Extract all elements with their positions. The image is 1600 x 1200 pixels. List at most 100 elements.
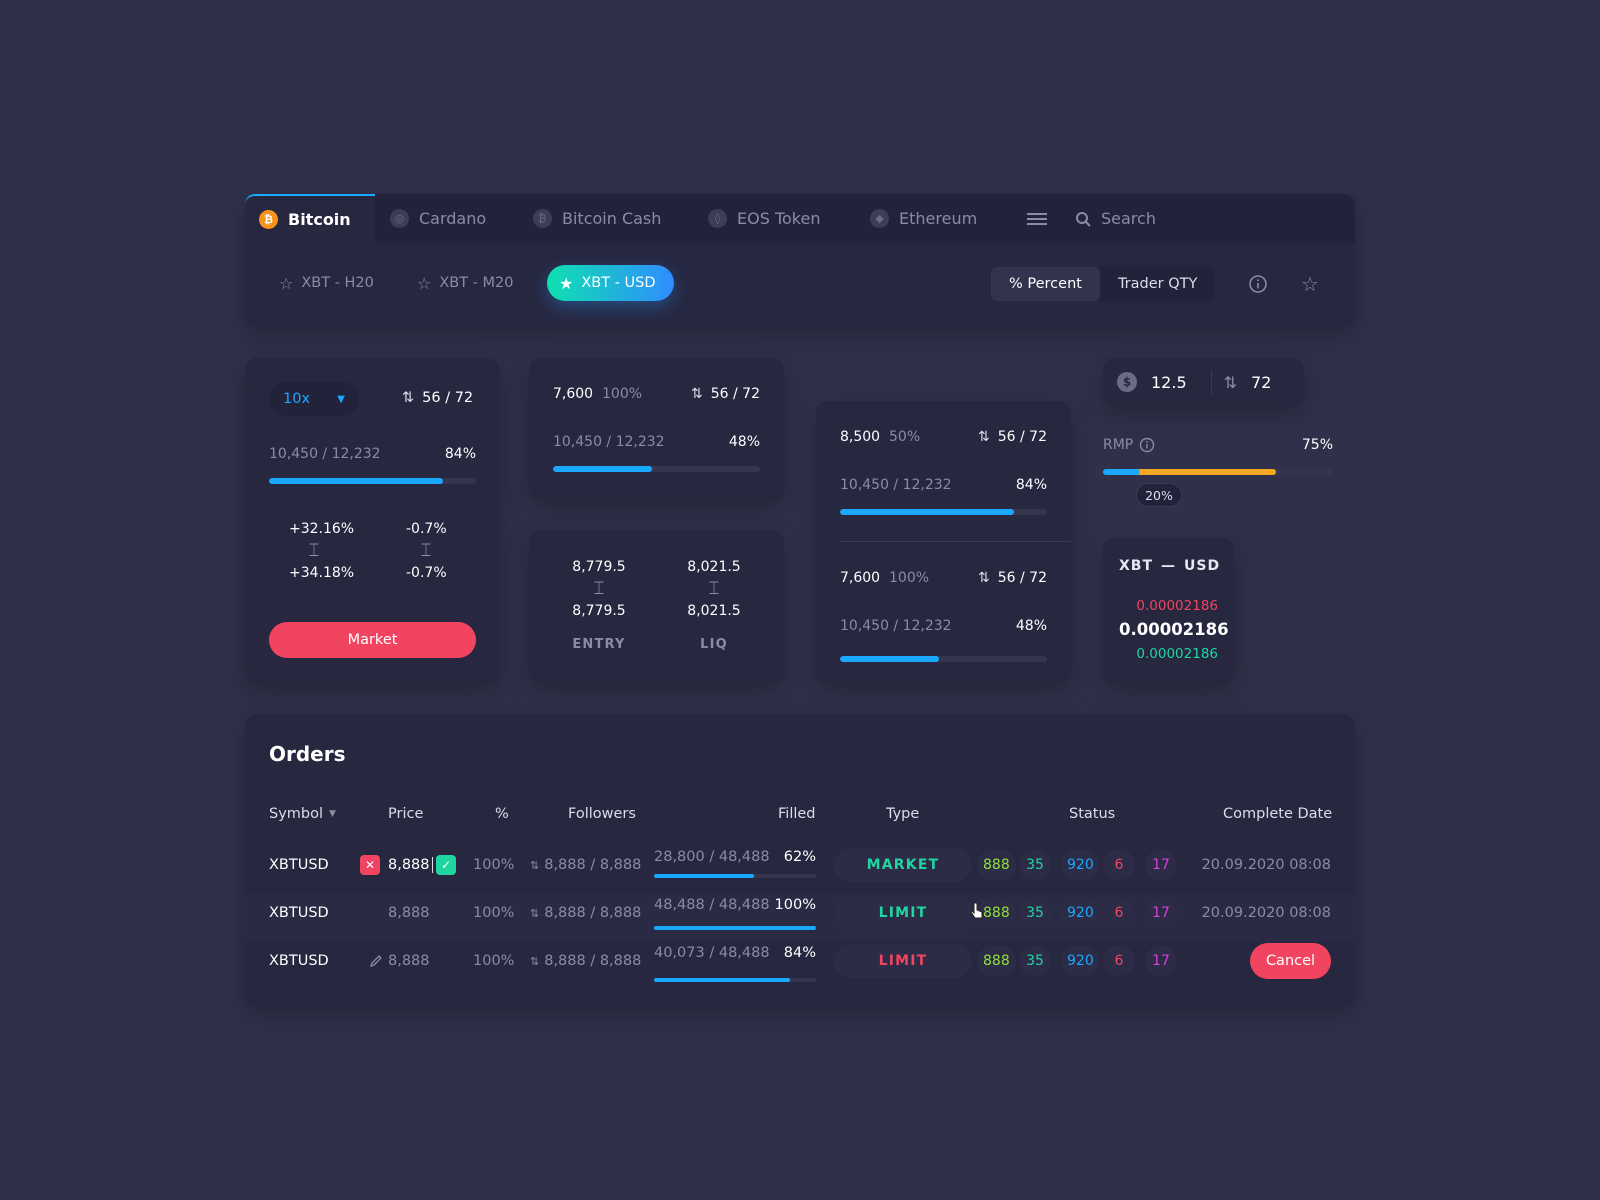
change-top: -0.7% xyxy=(406,521,447,537)
cardano-icon: ◎ xyxy=(390,209,409,228)
header-followers[interactable]: Followers xyxy=(568,806,636,822)
followers-icon: ⇅ xyxy=(530,906,540,920)
ratio-value: 56 / 72 xyxy=(710,386,760,402)
status-count: 17 xyxy=(1145,898,1177,928)
cell-percent: 100% xyxy=(473,905,515,921)
range-icon: ⌶ xyxy=(420,540,432,561)
leverage-select[interactable]: 10x ▼ xyxy=(269,382,359,416)
ratio-value: 56 / 72 xyxy=(997,570,1047,586)
percent-toggle[interactable]: % Percent xyxy=(991,267,1100,301)
chevron-down-icon: ▼ xyxy=(329,809,336,819)
status-count: 6 xyxy=(1103,946,1135,976)
tab-label: Cardano xyxy=(419,209,487,228)
info-button[interactable] xyxy=(1248,274,1268,294)
header-complete-date[interactable]: Complete Date xyxy=(1223,806,1332,822)
leverage-value: 10x xyxy=(283,391,311,407)
price-input[interactable]: 8,888 xyxy=(388,857,433,873)
entry-liq-card: 8,779.5 ⌶ 8,779.5 ENTRY 8,021.5 ⌶ 8,021.… xyxy=(529,530,784,683)
header-percent[interactable]: % xyxy=(495,806,509,822)
orders-title: Orders xyxy=(269,742,346,766)
tab-label: Bitcoin xyxy=(288,210,351,229)
header-symbol[interactable]: Symbol ▼ xyxy=(269,806,336,822)
hamburger-icon xyxy=(1027,212,1047,225)
cell-followers: 8,888 / 8,888 xyxy=(544,905,642,921)
pair-quote: USD xyxy=(1184,558,1221,574)
change-bottom: -0.7% xyxy=(406,565,447,581)
bid-price: 0.00002186 xyxy=(1136,646,1218,662)
cancel-order-button[interactable]: Cancel xyxy=(1250,943,1331,979)
pencil-icon[interactable] xyxy=(369,954,383,968)
chevron-down-icon: ▼ xyxy=(337,393,345,405)
filled-bar xyxy=(654,926,816,930)
tab-ethereum[interactable]: ◆ Ethereum xyxy=(870,194,977,243)
filled-bar xyxy=(654,978,816,982)
subtab-xbt-m20[interactable]: ☆ XBT - M20 xyxy=(417,265,514,301)
favorite-button[interactable]: ☆ xyxy=(1301,272,1319,296)
cell-followers: 8,888 / 8,888 xyxy=(544,953,642,969)
subtab-label: XBT - H20 xyxy=(301,275,374,291)
header-price[interactable]: Price xyxy=(388,806,423,822)
header-status[interactable]: Status xyxy=(1069,806,1115,822)
market-header: ₿ Bitcoin ◎ Cardano ₿ Bitcoin Cash ◊ EOS… xyxy=(245,194,1355,327)
subtab-label: XBT - USD xyxy=(581,275,656,291)
cell-filled: 40,073 / 48,488 xyxy=(654,945,770,961)
header-type[interactable]: Type xyxy=(886,806,919,822)
tab-eos-token[interactable]: ◊ EOS Token xyxy=(708,194,820,243)
search-input[interactable]: Search xyxy=(1075,194,1156,243)
tab-bitcoin-cash[interactable]: ₿ Bitcoin Cash xyxy=(533,194,661,243)
range-icon: ⌶ xyxy=(708,578,720,599)
status-count: 888 xyxy=(977,946,1016,976)
pair-separator: — xyxy=(1161,558,1177,574)
tab-cardano[interactable]: ◎ Cardano xyxy=(390,194,486,243)
bitcoin-cash-icon: ₿ xyxy=(533,209,552,228)
filled-bar xyxy=(654,874,816,878)
value-percent: 100% xyxy=(602,386,643,402)
progress-bar xyxy=(269,478,476,484)
subtab-xbt-usd[interactable]: ★ XBT - USD xyxy=(547,265,674,301)
subtab-xbt-h20[interactable]: ☆ XBT - H20 xyxy=(279,265,374,301)
progress-bar xyxy=(553,466,760,472)
last-price: 0.00002186 xyxy=(1119,620,1229,639)
dollar-icon: $ xyxy=(1117,372,1137,392)
entry-column: 8,779.5 ⌶ 8,779.5 ENTRY xyxy=(569,560,629,651)
position-card: 10x ▼ ⇅ 56 / 72 10,450 / 12,232 84% +32.… xyxy=(245,358,500,683)
change-bottom: +34.18% xyxy=(289,565,355,581)
star-outline-icon: ☆ xyxy=(279,273,294,293)
table-row[interactable]: XBTUSD 8,888 100% ⇅ 8,888 / 8,888 40,073 / 48… xyxy=(245,722,1355,982)
progress-bar xyxy=(840,656,1047,662)
progress-percent: 48% xyxy=(1015,618,1047,634)
mini-stats: $ 12.5 ⇅ 72 xyxy=(1103,358,1304,406)
followers-icon: ⇅ xyxy=(530,858,540,872)
menu-button[interactable] xyxy=(1027,194,1047,243)
value-percent: 100% xyxy=(889,570,930,586)
progress-text: 10,450 / 12,232 xyxy=(840,618,952,634)
status-count: 35 xyxy=(1019,898,1051,928)
progress-bar xyxy=(840,509,1047,515)
range-icon: ⌶ xyxy=(308,540,320,561)
bitcoin-icon: ₿ xyxy=(259,210,278,229)
confirm-edit-icon[interactable]: ✓ xyxy=(436,855,456,875)
pair-base: XBT xyxy=(1119,558,1154,574)
tab-bitcoin[interactable]: ₿ Bitcoin xyxy=(245,194,375,243)
cell-symbol: XBTUSD xyxy=(269,953,329,969)
cell-symbol: XBTUSD xyxy=(269,905,329,921)
trader-qty-toggle[interactable]: Trader QTY xyxy=(1100,267,1215,301)
status-count: 888 xyxy=(977,850,1016,880)
rmp-tooltip: 20% xyxy=(1136,483,1182,507)
type-badge: LIMIT xyxy=(834,944,972,978)
change-top: +32.16% xyxy=(289,521,355,537)
swap-arrows-icon: ⇅ xyxy=(691,386,703,402)
header-filled[interactable]: Filled xyxy=(778,806,816,822)
swap-arrows-icon: ⇅ xyxy=(1223,372,1238,392)
liq-column: 8,021.5 ⌶ 8,021.5 LIQ xyxy=(684,560,744,651)
info-icon xyxy=(1140,437,1155,453)
orders-panel: Orders Symbol ▼ Price % Followers Filled… xyxy=(245,714,1355,1007)
tab-label: EOS Token xyxy=(737,209,821,228)
entry-top: 8,779.5 xyxy=(572,559,626,575)
value: 7,600 xyxy=(553,386,594,402)
entry-bottom: 8,779.5 xyxy=(572,603,626,619)
cancel-edit-icon[interactable]: ✕ xyxy=(360,855,380,875)
divider xyxy=(1210,370,1212,394)
search-icon xyxy=(1076,211,1091,227)
market-button[interactable]: Market xyxy=(269,622,476,658)
